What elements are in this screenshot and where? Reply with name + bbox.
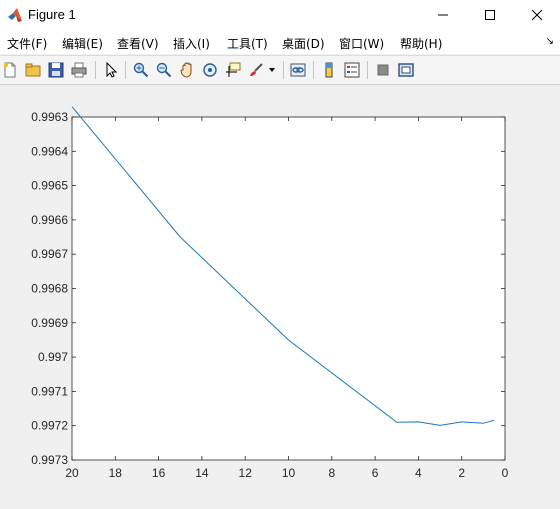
zoom-out-icon (156, 62, 172, 78)
line-chart[interactable]: 20 18 16 14 12 10 8 6 4 2 00.99630.99640.99650.996… (0, 85, 560, 505)
x-tick-label: 16 (152, 466, 166, 480)
save-icon (48, 62, 64, 78)
colorbar-button[interactable] (319, 60, 339, 80)
menu-insert[interactable]: 插入(I) (173, 35, 210, 52)
matlab-logo-icon (8, 8, 22, 22)
print-button[interactable] (69, 60, 89, 80)
minimize-button[interactable] (420, 0, 466, 30)
colorbar-icon (325, 62, 333, 78)
toolbar-separator (95, 61, 96, 79)
rotate-3d-icon (203, 63, 217, 77)
y-tick-label: 0.9969 (31, 316, 68, 330)
toolbar-separator (283, 61, 284, 79)
zoom-in-button[interactable] (131, 60, 151, 80)
data-cursor-button[interactable] (223, 60, 243, 80)
menu-bar: 文件(F) 编辑(E) 查看(V) 插入(I) 工具(T) 桌面(D) 窗口(W… (0, 30, 560, 54)
x-tick-label: 10 (282, 466, 296, 480)
menu-window[interactable]: 窗口(W) (339, 35, 384, 52)
data-cursor-icon (226, 62, 241, 77)
menu-help[interactable]: 帮助(H) (400, 35, 442, 52)
pointer-icon (106, 62, 118, 78)
pan-button[interactable] (177, 60, 197, 80)
menu-desktop[interactable]: 桌面(D) (282, 35, 325, 52)
toolbar-separator (367, 61, 368, 79)
legend-icon (344, 62, 360, 78)
open-file-icon (25, 63, 41, 77)
show-plot-tools-icon (398, 63, 414, 77)
maximize-icon (485, 10, 495, 20)
brush-icon (250, 63, 263, 76)
chevron-down-icon (269, 68, 275, 72)
toolbar-separator (125, 61, 126, 79)
show-plot-tools-button[interactable] (396, 60, 416, 80)
menu-view[interactable]: 查看(V) (117, 35, 159, 52)
zoom-in-icon (133, 62, 149, 78)
y-tick-label: 0.9965 (31, 179, 68, 193)
pointer-button[interactable] (101, 60, 121, 80)
minimize-icon (438, 14, 448, 16)
x-tick-label: 4 (415, 466, 422, 480)
x-tick-label: 0 (502, 466, 509, 480)
print-icon (71, 62, 87, 78)
link-plot-button[interactable] (288, 60, 308, 80)
x-tick-label: 8 (328, 466, 335, 480)
hide-plot-tools-button[interactable] (373, 60, 393, 80)
open-file-button[interactable] (23, 60, 43, 80)
y-tick-label: 0.9963 (31, 110, 68, 124)
toolbar-separator (313, 61, 314, 79)
x-tick-label: 6 (372, 466, 379, 480)
title-bar: Figure 1 (0, 0, 560, 30)
y-tick-label: 0.9972 (31, 419, 68, 433)
link-plot-icon (290, 63, 306, 77)
pan-icon (180, 62, 192, 78)
close-button[interactable] (514, 0, 560, 30)
save-button[interactable] (46, 60, 66, 80)
x-tick-label: 20 (65, 466, 79, 480)
rotate-3d-button[interactable] (200, 60, 220, 80)
legend-button[interactable] (342, 60, 362, 80)
toolbar (0, 55, 560, 85)
hide-plot-tools-icon (377, 64, 389, 76)
x-tick-label: 12 (239, 466, 253, 480)
menu-file[interactable]: 文件(F) (7, 35, 47, 52)
x-tick-label: 14 (195, 466, 209, 480)
new-figure-icon (4, 62, 16, 78)
menu-dock-button[interactable]: ↘ (546, 36, 554, 47)
axes-background[interactable] (71, 116, 506, 461)
y-tick-label: 0.9973 (31, 453, 68, 467)
figure-canvas[interactable]: 20 18 16 14 12 10 8 6 4 2 0 0.9963 0.9964 0.9965 0.996… (0, 85, 560, 505)
zoom-out-button[interactable] (154, 60, 174, 80)
x-tick-label: 2 (458, 466, 465, 480)
new-figure-button[interactable] (0, 60, 20, 80)
x-tick-label: 18 (109, 466, 123, 480)
brush-dropdown-button[interactable] (266, 60, 278, 80)
y-tick-label: 0.9971 (31, 384, 68, 398)
window-title: Figure 1 (28, 7, 76, 22)
y-tick-label: 0.9964 (31, 144, 68, 158)
brush-button[interactable] (246, 60, 266, 80)
close-icon (531, 9, 543, 21)
y-tick-label: 0.9968 (31, 282, 68, 296)
maximize-button[interactable] (467, 0, 513, 30)
y-tick-label: 0.9967 (31, 247, 68, 261)
menu-edit[interactable]: 编辑(E) (62, 35, 103, 52)
y-tick-label: 0.997 (38, 350, 68, 364)
menu-tools[interactable]: 工具(T) (227, 35, 268, 52)
y-tick-label: 0.9966 (31, 213, 68, 227)
